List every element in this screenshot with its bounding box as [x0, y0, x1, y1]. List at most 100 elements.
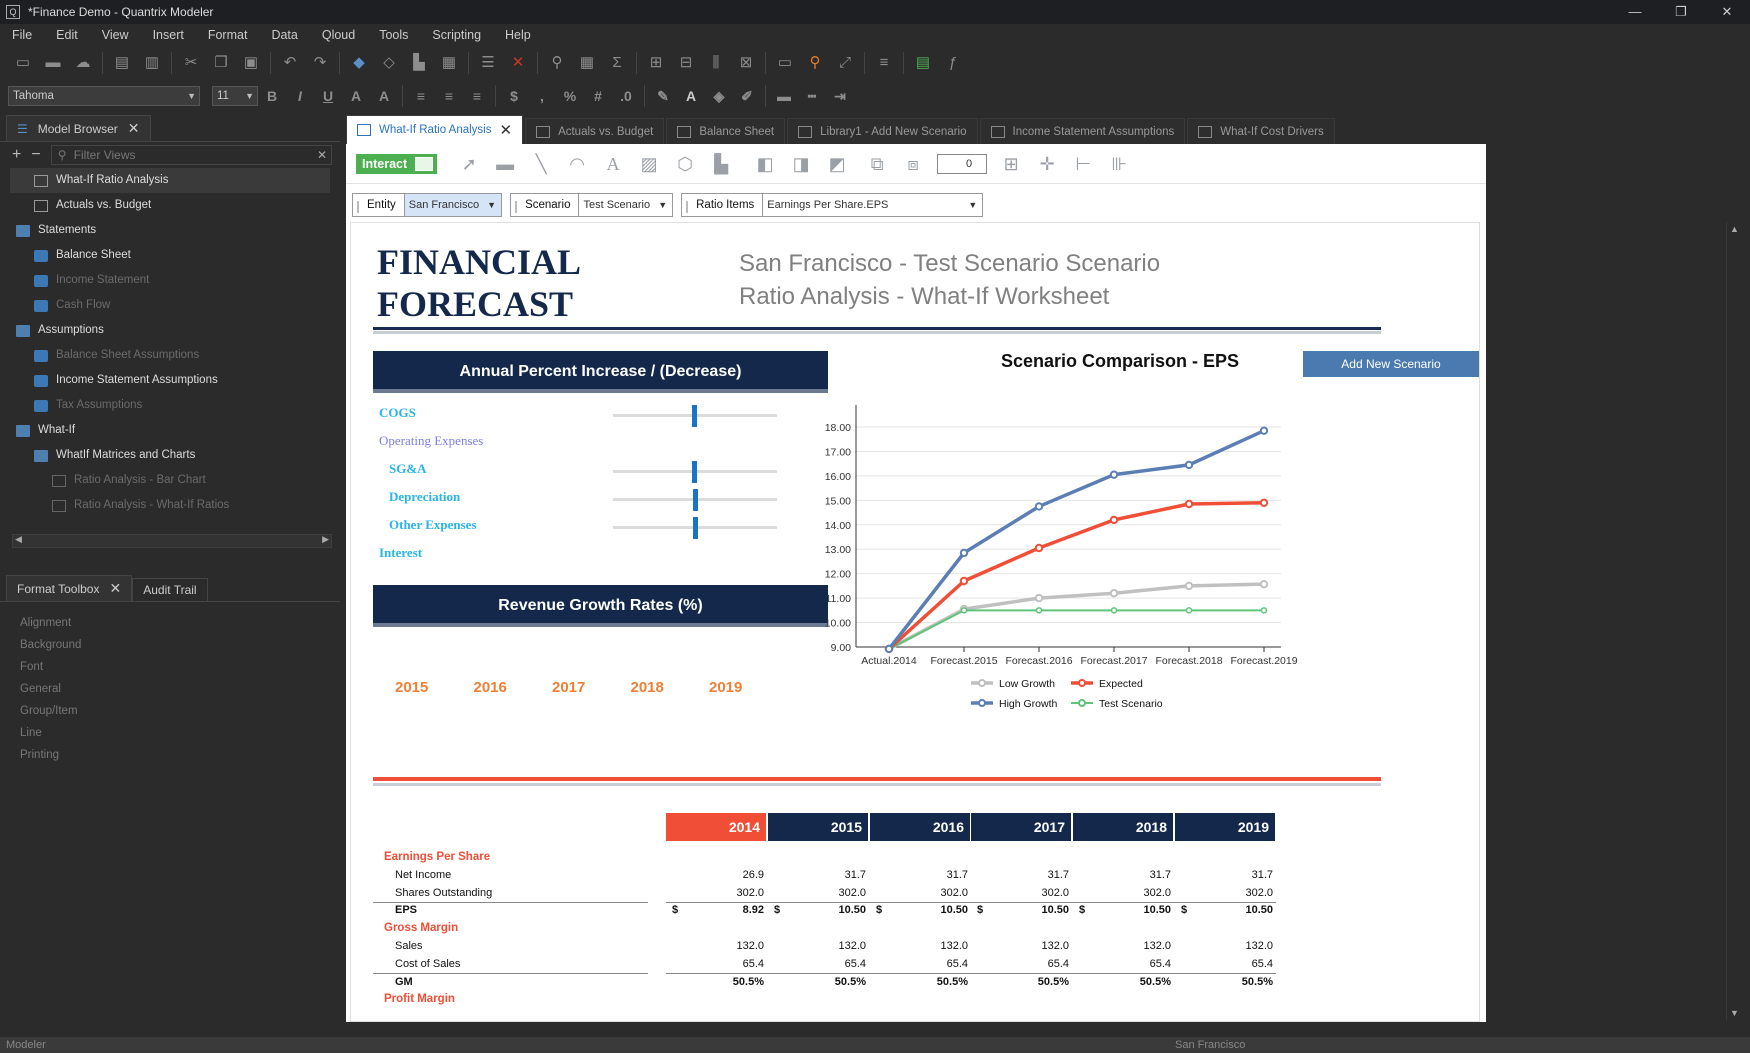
- bar-chart-icon[interactable]: ▙: [709, 152, 733, 176]
- menu-insert[interactable]: Insert: [141, 28, 196, 42]
- font-family-select[interactable]: Tahoma ▼: [8, 86, 200, 106]
- document-scrollbar[interactable]: ▲ ▼: [1726, 222, 1742, 1020]
- tree-item[interactable]: Assumptions: [10, 318, 330, 343]
- scroll-left-icon[interactable]: ◀: [15, 534, 22, 545]
- format-section-font[interactable]: Font: [10, 656, 330, 678]
- selector-value[interactable]: Earnings Per Share.EPS ▼: [762, 194, 982, 216]
- paint-brush-icon[interactable]: ✎: [652, 88, 674, 105]
- menu-help[interactable]: Help: [493, 28, 543, 42]
- percent-icon[interactable]: %: [559, 88, 581, 104]
- menu-tools[interactable]: Tools: [367, 28, 420, 42]
- tree-item[interactable]: Balance Sheet Assumptions: [10, 343, 330, 368]
- selector-ratio-items[interactable]: Ratio Items Earnings Per Share.EPS ▼: [681, 193, 984, 217]
- menu-data[interactable]: Data: [259, 28, 309, 42]
- scroll-right-icon[interactable]: ▶: [322, 534, 329, 545]
- cut-icon[interactable]: ✂: [180, 52, 202, 74]
- font-shrink-icon[interactable]: A: [373, 88, 395, 104]
- close-icon[interactable]: ✕: [499, 121, 512, 139]
- selector-value[interactable]: Test Scenario ▼: [578, 194, 672, 216]
- line-icon[interactable]: ╲: [529, 152, 553, 176]
- doc-tab[interactable]: Library1 - Add New Scenario: [787, 118, 978, 144]
- menu-scripting[interactable]: Scripting: [420, 28, 493, 42]
- tree-item[interactable]: Tax Assumptions: [10, 393, 330, 418]
- zoom-icon[interactable]: ⚲: [804, 52, 826, 74]
- font-grow-icon[interactable]: A: [345, 88, 367, 104]
- menu-format[interactable]: Format: [196, 28, 260, 42]
- cube-icon[interactable]: ⬡: [673, 152, 697, 176]
- tree-item[interactable]: Balance Sheet: [10, 243, 330, 268]
- close-icon[interactable]: ✕: [128, 120, 140, 137]
- scroll-up-icon[interactable]: ▲: [1730, 224, 1739, 234]
- print-preview-icon[interactable]: ▥: [141, 52, 163, 74]
- cube-outline-icon[interactable]: ◇: [378, 52, 400, 74]
- tab-model-browser[interactable]: ☰ Model Browser ✕: [6, 115, 151, 141]
- send-back-icon[interactable]: ◨: [789, 152, 813, 176]
- grid-split-icon[interactable]: ⊟: [675, 52, 697, 74]
- cloud-icon[interactable]: ☁: [72, 52, 94, 74]
- border-icon[interactable]: ▬: [773, 88, 795, 104]
- filter-views-input[interactable]: ⚲ Filter Views ✕: [50, 145, 332, 165]
- format-section-printing[interactable]: Printing: [10, 744, 330, 766]
- copy-icon[interactable]: ❐: [210, 52, 232, 74]
- font-size-select[interactable]: 11 ▼: [212, 86, 258, 106]
- minimize-button[interactable]: —: [1612, 0, 1658, 24]
- align-center-icon[interactable]: ≡: [438, 88, 460, 104]
- italic-icon[interactable]: I: [289, 88, 311, 104]
- indent-icon[interactable]: ⇥: [829, 88, 851, 105]
- tree-item[interactable]: Actuals vs. Budget: [10, 193, 330, 218]
- bold-icon[interactable]: B: [261, 88, 283, 104]
- fit-icon[interactable]: ⤢: [834, 52, 856, 74]
- format-section-line[interactable]: Line: [10, 722, 330, 744]
- new-icon[interactable]: ▭: [12, 52, 34, 74]
- print-icon[interactable]: ▤: [111, 52, 133, 74]
- underline-icon[interactable]: U: [317, 88, 339, 104]
- menu-view[interactable]: View: [90, 28, 141, 42]
- doc-tab[interactable]: What-If Cost Drivers: [1187, 118, 1335, 144]
- layer-icon[interactable]: ◩: [825, 152, 849, 176]
- decimal-icon[interactable]: .0: [615, 88, 637, 104]
- tab-audit-trail[interactable]: Audit Trail: [132, 578, 208, 601]
- align-icon[interactable]: ⊢: [1071, 152, 1095, 176]
- revenue-year-2016[interactable]: 2016: [474, 679, 507, 696]
- slider-thumb[interactable]: [693, 517, 699, 539]
- spreadsheet-icon[interactable]: ▤: [912, 52, 934, 74]
- redo-icon[interactable]: ↷: [309, 52, 331, 74]
- doc-tab[interactable]: Income Statement Assumptions: [979, 118, 1186, 144]
- gauge-icon[interactable]: ◠: [565, 152, 589, 176]
- grid-icon[interactable]: ⊞: [999, 152, 1023, 176]
- tree-horizontal-scrollbar[interactable]: ◀ ▶: [12, 534, 332, 548]
- chart-icon[interactable]: ▙: [408, 52, 430, 74]
- table-icon[interactable]: ▦: [576, 52, 598, 74]
- fill-color-icon[interactable]: ◈: [708, 88, 730, 105]
- layout-icon[interactable]: ▭: [774, 52, 796, 74]
- revenue-year-2015[interactable]: 2015: [395, 679, 428, 696]
- paste-icon[interactable]: ▣: [240, 52, 262, 74]
- comma-icon[interactable]: ,: [531, 88, 553, 104]
- tree-item[interactable]: Statements: [10, 218, 330, 243]
- remove-icon[interactable]: −: [31, 146, 40, 164]
- tree-item[interactable]: Ratio Analysis - Bar Chart: [10, 468, 330, 493]
- align-right-icon[interactable]: ≡: [466, 88, 488, 104]
- format-section-groupitem[interactable]: Group/Item: [10, 700, 330, 722]
- group-icon[interactable]: ⧉: [865, 152, 889, 176]
- selector-scenario[interactable]: Scenario Test Scenario ▼: [510, 193, 674, 217]
- format-section-alignment[interactable]: Alignment: [10, 612, 330, 634]
- crosshair-icon[interactable]: ✛: [1035, 152, 1059, 176]
- menu-edit[interactable]: Edit: [44, 28, 90, 42]
- revenue-year-2019[interactable]: 2019: [709, 679, 742, 696]
- bring-front-icon[interactable]: ◧: [753, 152, 777, 176]
- scroll-down-icon[interactable]: ▼: [1730, 1008, 1739, 1018]
- doc-tab[interactable]: Balance Sheet: [666, 118, 786, 144]
- slider-thumb[interactable]: [691, 461, 697, 483]
- ungroup-icon[interactable]: ⧈: [901, 152, 925, 176]
- list-icon[interactable]: ☰: [477, 52, 499, 74]
- text-icon[interactable]: A: [601, 152, 625, 176]
- format-section-background[interactable]: Background: [10, 634, 330, 656]
- delete-icon[interactable]: ✕: [507, 52, 529, 74]
- interact-toggle[interactable]: Interact: [356, 153, 438, 174]
- doc-tab[interactable]: What-If Ratio Analysis ✕: [346, 115, 524, 144]
- slider-thumb[interactable]: [691, 405, 697, 427]
- grid-select-icon[interactable]: ⊞: [645, 52, 667, 74]
- align-left-icon[interactable]: ≡: [410, 88, 432, 104]
- tree-item[interactable]: Ratio Analysis - What-If Ratios: [10, 493, 330, 518]
